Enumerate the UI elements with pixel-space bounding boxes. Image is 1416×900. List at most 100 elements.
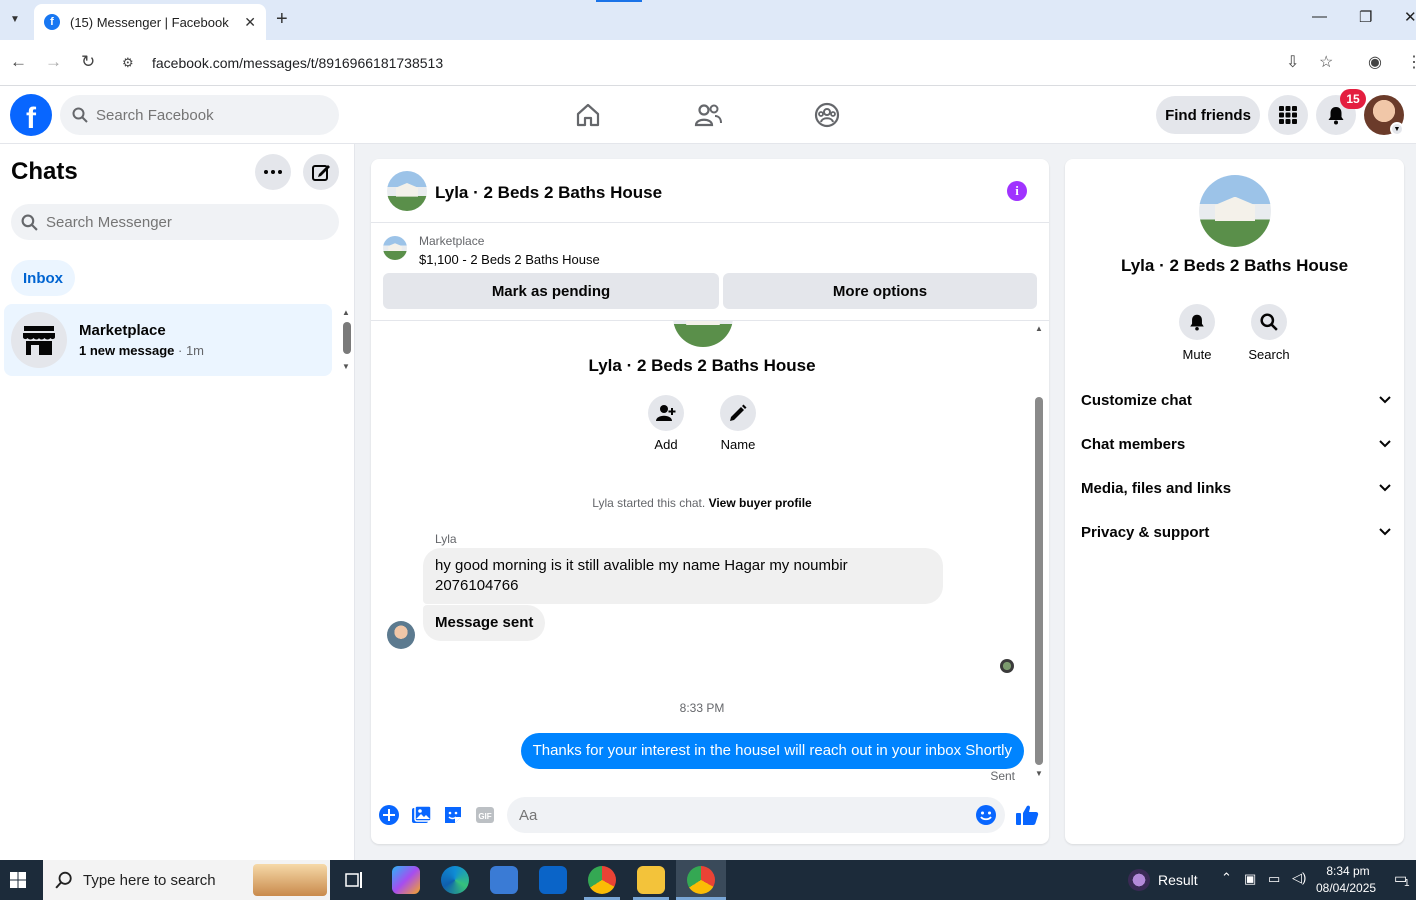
scroll-down-arrow-icon[interactable]: ▼ bbox=[342, 362, 350, 371]
customize-chat-section[interactable]: Customize chat bbox=[1081, 378, 1391, 422]
search-action[interactable]: Search bbox=[1239, 304, 1299, 362]
facebook-search[interactable] bbox=[60, 95, 339, 135]
windows-start-icon[interactable] bbox=[10, 872, 26, 888]
taskbar-search[interactable]: Type here to search bbox=[43, 860, 330, 900]
info-icon[interactable]: i bbox=[1007, 181, 1027, 201]
friends-icon[interactable] bbox=[694, 101, 722, 129]
listing-label: Marketplace bbox=[419, 234, 485, 248]
camera-icon[interactable]: ▣ bbox=[1244, 871, 1256, 887]
forward-icon[interactable]: → bbox=[45, 52, 62, 72]
tab-close-icon[interactable]: ✕ bbox=[244, 14, 256, 31]
chevron-down-icon bbox=[1379, 484, 1391, 492]
sticker-icon[interactable] bbox=[442, 804, 464, 826]
close-window-icon[interactable]: ✕ bbox=[1404, 8, 1416, 26]
emoji-icon[interactable] bbox=[975, 804, 997, 826]
section-label: Chat members bbox=[1081, 435, 1186, 453]
browser-tab-strip: ▼ f (15) Messenger | Facebook ✕ + — ❐ ✕ bbox=[0, 0, 1416, 40]
gif-icon[interactable]: GIF bbox=[474, 804, 496, 826]
name-action[interactable]: Name bbox=[708, 395, 768, 452]
outgoing-message-bubble[interactable]: Thanks for your interest in the houseI w… bbox=[520, 733, 1024, 769]
conversation-avatar[interactable] bbox=[387, 171, 427, 211]
groups-icon[interactable] bbox=[813, 101, 841, 129]
messenger-search-input[interactable] bbox=[46, 213, 306, 231]
weather-icon[interactable] bbox=[1128, 869, 1150, 891]
chrome-profile-app-icon[interactable] bbox=[687, 866, 715, 894]
restore-icon[interactable]: ❐ bbox=[1359, 8, 1372, 26]
find-friends-button[interactable]: Find friends bbox=[1156, 96, 1260, 134]
sender-avatar[interactable] bbox=[387, 621, 415, 649]
browser-toolbar: ← → ↻ ⚙ facebook.com/messages/t/89169661… bbox=[0, 40, 1416, 86]
photo-icon[interactable] bbox=[410, 804, 432, 826]
new-tab-icon[interactable]: + bbox=[276, 8, 288, 31]
chats-title: Chats bbox=[11, 158, 78, 185]
tab-loading-indicator bbox=[596, 0, 642, 2]
message-input-box[interactable] bbox=[507, 797, 1005, 833]
store-app-icon[interactable] bbox=[490, 866, 518, 894]
chat-preview-text: 1 new message bbox=[79, 343, 175, 358]
more-options-button[interactable]: More options bbox=[723, 273, 1037, 309]
conversation-header: Lyla · 2 Beds 2 Baths House i bbox=[371, 159, 1049, 223]
task-view-icon[interactable] bbox=[345, 871, 365, 889]
menu-grid-button[interactable] bbox=[1268, 95, 1308, 135]
chat-list-item[interactable]: Marketplace 1 new message · 1m bbox=[4, 304, 332, 376]
bookmark-star-icon[interactable]: ☆ bbox=[1319, 52, 1333, 72]
incoming-message-bubble[interactable]: hy good morning is it still avalible my … bbox=[423, 548, 943, 604]
browser-menu-icon[interactable]: ⋮ bbox=[1406, 52, 1416, 72]
add-people-action[interactable]: Add bbox=[636, 395, 696, 452]
facebook-logo-icon[interactable]: f bbox=[10, 94, 52, 136]
media-files-links-section[interactable]: Media, files and links bbox=[1081, 466, 1391, 510]
browser-tab-active[interactable]: f (15) Messenger | Facebook ✕ bbox=[34, 4, 266, 40]
home-icon[interactable] bbox=[574, 101, 602, 129]
network-icon[interactable]: ▭ bbox=[1268, 871, 1280, 887]
listing-thumbnail[interactable] bbox=[383, 236, 407, 260]
install-app-icon[interactable]: ⇩ bbox=[1286, 52, 1299, 72]
outlook-app-icon[interactable] bbox=[539, 866, 567, 894]
scroll-up-arrow-icon[interactable]: ▲ bbox=[1035, 324, 1043, 333]
tab-search-chevron-icon[interactable]: ▼ bbox=[4, 8, 26, 30]
details-avatar[interactable] bbox=[1199, 175, 1271, 247]
view-buyer-profile-link[interactable]: View buyer profile bbox=[709, 496, 812, 510]
edge-app-icon[interactable] bbox=[441, 866, 469, 894]
clock-time[interactable]: 8:34 pm bbox=[1318, 864, 1378, 878]
reload-icon[interactable]: ↻ bbox=[81, 52, 95, 72]
incoming-message-bubble[interactable]: Message sent bbox=[423, 605, 546, 641]
privacy-support-section[interactable]: Privacy & support bbox=[1081, 510, 1391, 554]
chat-options-button[interactable] bbox=[255, 154, 291, 190]
conversation-title[interactable]: Lyla · 2 Beds 2 Baths House bbox=[435, 183, 662, 203]
mute-label: Mute bbox=[1182, 347, 1212, 362]
plus-circle-icon[interactable] bbox=[378, 804, 400, 826]
facebook-search-input[interactable] bbox=[96, 106, 316, 124]
site-info-icon[interactable]: ⚙ bbox=[122, 55, 142, 71]
new-message-button[interactable] bbox=[303, 154, 339, 190]
file-explorer-app-icon[interactable] bbox=[637, 866, 665, 894]
clock-date[interactable]: 08/04/2025 bbox=[1316, 881, 1376, 895]
inbox-filter-tab[interactable]: Inbox bbox=[11, 260, 75, 296]
profile-icon[interactable]: ◉ bbox=[1368, 52, 1382, 72]
search-icon bbox=[55, 871, 72, 889]
message-input[interactable] bbox=[519, 806, 959, 824]
show-hidden-icons-icon[interactable]: ⌃ bbox=[1221, 870, 1232, 886]
account-chevron-icon[interactable]: ▼ bbox=[1390, 122, 1404, 136]
message-thread[interactable]: Lyla · 2 Beds 2 Baths House Add Name Lyl… bbox=[371, 320, 1049, 790]
address-bar[interactable]: ⚙ facebook.com/messages/t/89169661817385… bbox=[114, 46, 1354, 80]
chrome-app-icon[interactable] bbox=[588, 866, 616, 894]
name-label: Name bbox=[720, 437, 756, 452]
weather-label[interactable]: Result bbox=[1158, 872, 1198, 888]
thread-scrollbar[interactable] bbox=[1035, 397, 1043, 765]
chevron-down-icon bbox=[1379, 440, 1391, 448]
scroll-up-arrow-icon[interactable]: ▲ bbox=[342, 308, 350, 317]
listing-title[interactable]: $1,100 - 2 Beds 2 Baths House bbox=[419, 252, 600, 267]
thumbs-up-icon[interactable] bbox=[1015, 803, 1039, 827]
chat-details-panel: Lyla · 2 Beds 2 Baths House Mute Search … bbox=[1065, 159, 1404, 844]
sidebar-scrollbar[interactable] bbox=[343, 322, 351, 354]
back-icon[interactable]: ← bbox=[10, 52, 27, 72]
copilot-app-icon[interactable] bbox=[392, 866, 420, 894]
chat-members-section[interactable]: Chat members bbox=[1081, 422, 1391, 466]
volume-icon[interactable]: ◁) bbox=[1292, 870, 1306, 886]
mute-action[interactable]: Mute bbox=[1167, 304, 1227, 362]
scroll-down-arrow-icon[interactable]: ▼ bbox=[1035, 769, 1043, 778]
minimize-icon[interactable]: — bbox=[1312, 8, 1327, 25]
add-person-icon bbox=[656, 405, 676, 421]
messenger-search[interactable] bbox=[11, 204, 339, 240]
mark-as-pending-button[interactable]: Mark as pending bbox=[383, 273, 719, 309]
